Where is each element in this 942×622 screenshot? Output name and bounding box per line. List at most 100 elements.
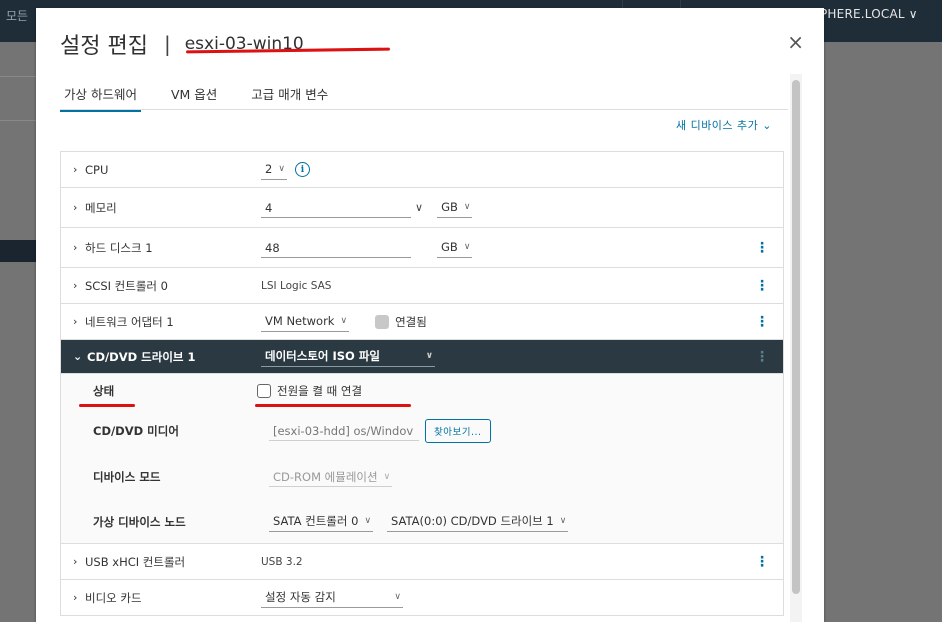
connect-at-power-on-label: 전원을 켤 때 연결 (277, 384, 363, 398)
chevron-down-icon: ∨ (425, 351, 433, 361)
memory-unit-select[interactable]: GB ∨ (437, 198, 473, 218)
cdrom-media-row: CD/DVD 미디어 [esxi-03-hdd] os/Windov 찾아보기.… (61, 408, 783, 454)
chevron-down-icon: ∨ (463, 202, 471, 212)
chevron-down-icon: ∨ (559, 516, 567, 526)
edit-settings-dialog: 설정 편집 | esxi-03-win10 × 가상 하드웨어 VM 옵션 고급… (36, 8, 824, 622)
user-domain-menu[interactable]: PHERE.LOCAL ∨ (820, 7, 918, 21)
hard-disk-size-input[interactable]: 48 (261, 238, 411, 258)
hard-disk-unit-value: GB (441, 240, 458, 254)
scsi-label: SCSI 컨트롤러 0 (85, 278, 168, 293)
close-icon[interactable]: × (787, 32, 804, 52)
cdrom-status-label: 상태 (93, 384, 115, 398)
sata-controller-select[interactable]: SATA 컨트롤러 0 ∨ (269, 512, 374, 532)
hardware-row-cpu: › CPU 2 ∨ i (61, 152, 783, 188)
virtual-device-node-select[interactable]: SATA(0:0) CD/DVD 드라이브 1 ∨ (387, 512, 569, 532)
title-separator: | (163, 32, 171, 56)
connect-at-power-on-checkbox[interactable] (257, 384, 271, 398)
virtual-device-node-value: SATA(0:0) CD/DVD 드라이브 1 (391, 514, 554, 528)
cdrom-source-select[interactable]: 데이터스토어 ISO 파일 ∨ (261, 347, 435, 367)
cdrom-media-label: CD/DVD 미디어 (93, 424, 179, 438)
cdrom-media-path-input[interactable]: [esxi-03-hdd] os/Windov (269, 421, 419, 441)
hardware-list: › CPU 2 ∨ i › 메모리 4 ∨ GB ∨ › 하드 디스크 1 48… (60, 151, 784, 616)
expand-toggle-usb[interactable]: › USB xHCI 컨트롤러 (61, 554, 261, 570)
cdrom-mode-value: CD-ROM 에뮬레이션 (273, 469, 378, 484)
chevron-down-icon: ∨ (340, 316, 348, 326)
add-new-device-button[interactable]: 새 디바이스 추가 ⌄ (676, 117, 772, 133)
memory-label: 메모리 (85, 200, 117, 215)
chevron-right-icon: › (73, 315, 78, 328)
network-select[interactable]: VM Network ∨ (261, 312, 350, 332)
sata-controller-value: SATA 컨트롤러 0 (273, 514, 359, 528)
browse-button[interactable]: 찾아보기... (425, 419, 491, 443)
kebab-menu-icon[interactable]: ⋮ (755, 554, 769, 570)
annotation-underline-checkbox (255, 404, 411, 407)
cdrom-mode-select[interactable]: CD-ROM 에뮬레이션 ∨ (269, 467, 393, 487)
chevron-down-icon: ∨ (383, 471, 391, 482)
hard-disk-unit-select[interactable]: GB ∨ (437, 238, 473, 258)
kebab-menu-icon[interactable]: ⋮ (755, 278, 769, 294)
chevron-right-icon: › (73, 201, 78, 214)
hardware-row-hard-disk: › 하드 디스크 1 48 GB ∨ ⋮ (61, 228, 783, 268)
scsi-type-value: LSI Logic SAS (261, 279, 332, 292)
chevron-down-icon: ∨ (364, 516, 372, 526)
cdrom-status-row: 상태 전원을 켤 때 연결 (61, 374, 783, 408)
expand-toggle-video[interactable]: › 비디오 카드 (61, 590, 261, 606)
cdrom-node-row: 가상 디바이스 노드 SATA 컨트롤러 0 ∨ SATA(0:0) CD/DVD… (61, 500, 783, 544)
expand-toggle-hard-disk[interactable]: › 하드 디스크 1 (61, 240, 261, 256)
expand-toggle-scsi[interactable]: › SCSI 컨트롤러 0 (61, 278, 261, 294)
memory-size-input[interactable]: 4 (261, 198, 411, 218)
hardware-row-memory: › 메모리 4 ∨ GB ∨ (61, 188, 783, 228)
cdrom-label: CD/DVD 드라이브 1 (87, 349, 196, 364)
expand-toggle-cpu[interactable]: › CPU (61, 163, 261, 177)
divider (0, 120, 36, 121)
chevron-down-icon: ⌄ (73, 350, 83, 363)
hard-disk-label: 하드 디스크 1 (85, 240, 153, 255)
hardware-row-video: › 비디오 카드 설정 자동 감지 ∨ (61, 580, 783, 616)
memory-unit-value: GB (441, 200, 458, 214)
chevron-down-icon: ∨ (463, 242, 471, 252)
network-connected-label: 연결됨 (395, 314, 427, 329)
chevron-right-icon: › (73, 241, 78, 254)
usb-version-value: USB 3.2 (261, 555, 303, 568)
cpu-label: CPU (85, 162, 109, 177)
dialog-title: 설정 편집 | esxi-03-win10 (60, 28, 304, 60)
scrollbar-thumb[interactable] (792, 80, 800, 594)
video-label: 비디오 카드 (85, 590, 142, 605)
tabs-divider (60, 109, 788, 110)
memory-dropdown-icon[interactable]: ∨ (415, 201, 423, 214)
chevron-down-icon: ∨ (394, 592, 401, 602)
dialog-title-text: 설정 편집 (60, 34, 148, 59)
cdrom-mode-row: 디바이스 모드 CD-ROM 에뮬레이션 ∨ (61, 454, 783, 500)
settings-tabs: 가상 하드웨어 VM 옵션 고급 매개 변수 (60, 84, 358, 112)
chevron-right-icon: › (73, 163, 78, 176)
scrollbar[interactable] (790, 74, 802, 622)
network-connected-checkbox[interactable] (375, 314, 390, 329)
expand-toggle-cdrom[interactable]: ⌄ CD/DVD 드라이브 1 (61, 349, 261, 365)
nav-menu-label[interactable]: 모든 (6, 7, 28, 24)
kebab-menu-icon[interactable]: ⋮ (755, 240, 769, 256)
kebab-menu-icon[interactable]: ⋮ (755, 314, 769, 330)
chevron-right-icon: › (73, 591, 78, 604)
tab-virtual-hardware[interactable]: 가상 하드웨어 (60, 84, 141, 112)
network-label: 네트워크 어댑터 1 (85, 314, 174, 329)
network-value: VM Network (265, 314, 335, 328)
video-settings-select[interactable]: 설정 자동 감지 ∨ (261, 588, 403, 608)
usb-label: USB xHCI 컨트롤러 (85, 554, 186, 569)
expand-toggle-network[interactable]: › 네트워크 어댑터 1 (61, 314, 261, 330)
sidebar-selected-strip (0, 240, 36, 262)
chevron-down-icon: ∨ (278, 164, 285, 174)
hardware-row-scsi: › SCSI 컨트롤러 0 LSI Logic SAS ⋮ (61, 268, 783, 304)
tab-vm-options[interactable]: VM 옵션 (167, 84, 221, 112)
info-icon[interactable]: i (294, 162, 310, 177)
tab-advanced-parameters[interactable]: 고급 매개 변수 (247, 84, 332, 112)
cdrom-mode-label: 디바이스 모드 (93, 470, 161, 484)
video-settings-value: 설정 자동 감지 (265, 590, 336, 604)
cdrom-node-label: 가상 디바이스 노드 (93, 514, 186, 529)
annotation-underline-status (79, 404, 135, 407)
hardware-row-network: › 네트워크 어댑터 1 VM Network ∨ 연결됨 ⋮ (61, 304, 783, 340)
expand-toggle-memory[interactable]: › 메모리 (61, 200, 261, 216)
kebab-menu-icon[interactable]: ⋮ (755, 349, 769, 365)
chevron-right-icon: › (73, 555, 78, 568)
hardware-row-cdrom: ⌄ CD/DVD 드라이브 1 데이터스토어 ISO 파일 ∨ ⋮ (61, 340, 783, 374)
cpu-count-select[interactable]: 2 ∨ (261, 160, 287, 180)
